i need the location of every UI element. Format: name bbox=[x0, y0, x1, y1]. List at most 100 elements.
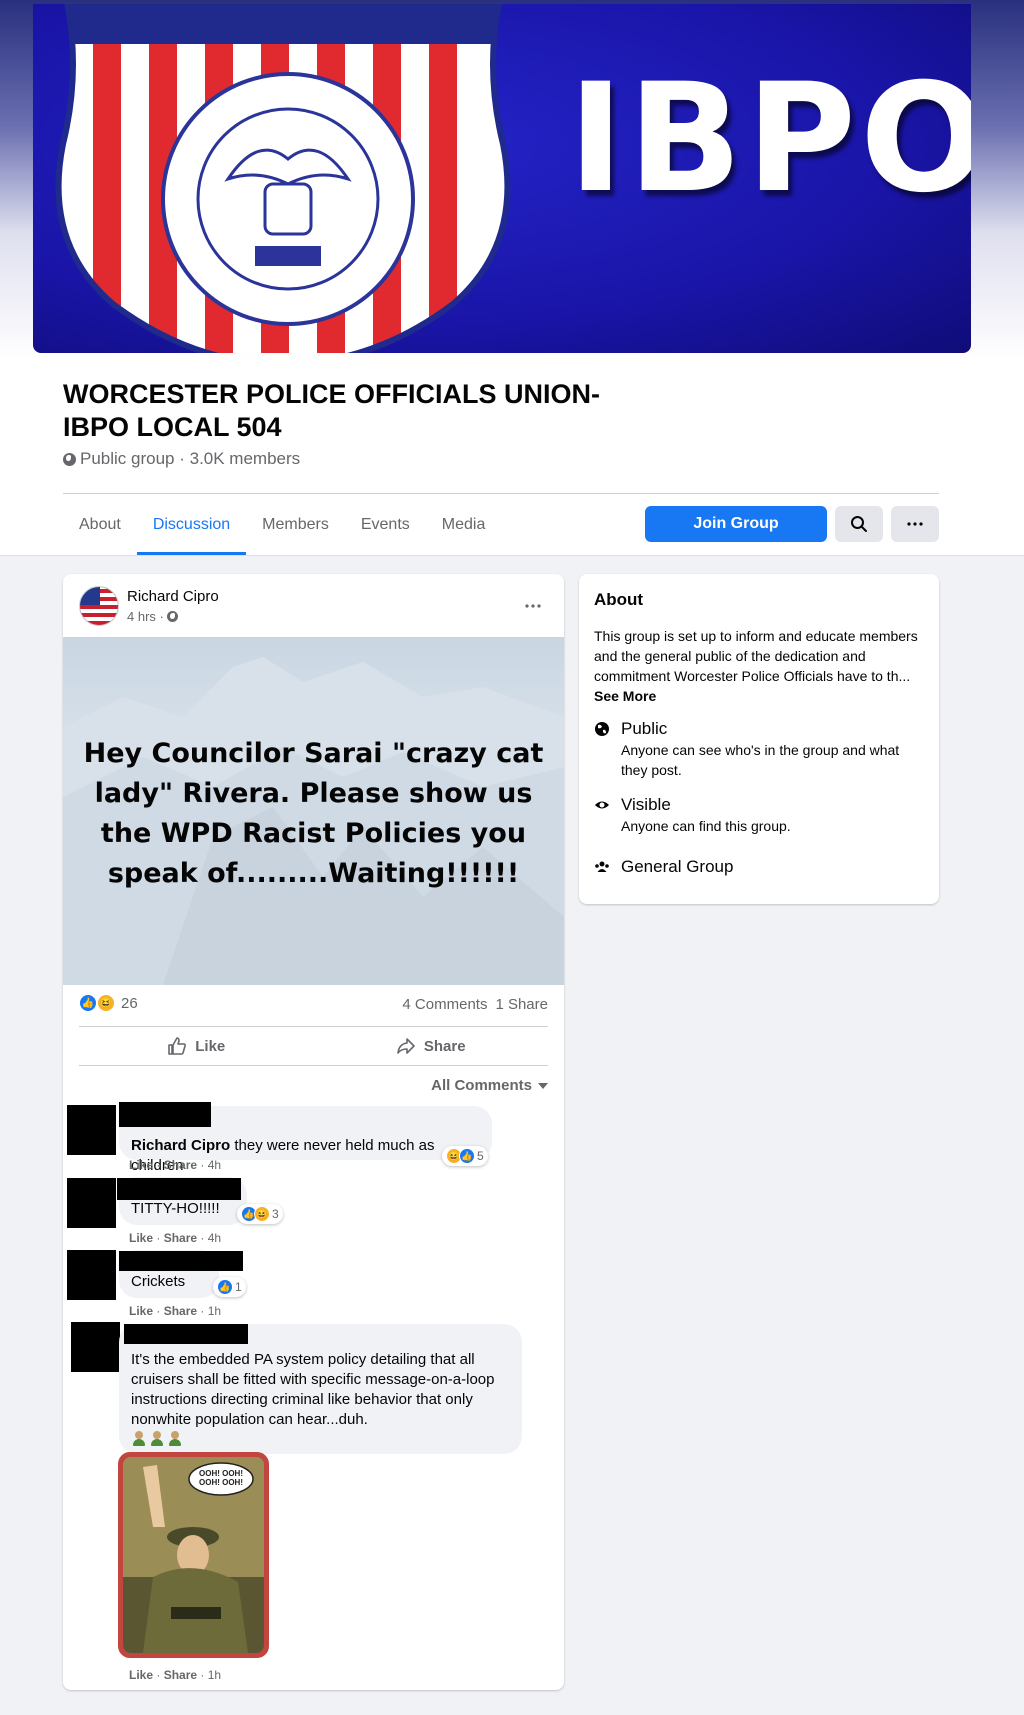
search-icon bbox=[851, 516, 867, 532]
people-emoji bbox=[131, 1430, 183, 1446]
person-emoji-icon bbox=[149, 1430, 165, 1446]
globe-icon bbox=[166, 611, 178, 622]
comment-time[interactable]: 1h bbox=[208, 1304, 221, 1318]
comment-reaction-count: 5 bbox=[477, 1149, 484, 1163]
comment-like-link[interactable]: Like bbox=[129, 1158, 153, 1172]
comment-avatar-redacted[interactable] bbox=[67, 1178, 116, 1228]
about-card: About This group is set up to inform and… bbox=[579, 574, 939, 904]
tab-media[interactable]: Media bbox=[426, 494, 502, 555]
group-meta-text: Public group · 3.0K members bbox=[80, 449, 301, 468]
redacted-name bbox=[119, 1102, 211, 1127]
comment-share-link[interactable]: Share bbox=[164, 1231, 197, 1245]
more-icon bbox=[907, 522, 923, 526]
share-button[interactable]: Share bbox=[314, 1027, 549, 1065]
shares-count[interactable]: 1 Share bbox=[495, 996, 548, 1013]
redacted-name bbox=[119, 1251, 243, 1271]
group-name[interactable]: WORCESTER POLICE OFFICIALS UNION- IBPO L… bbox=[63, 378, 603, 444]
comment-text: It's the embedded PA system policy detai… bbox=[131, 1351, 495, 1428]
tab-members[interactable]: Members bbox=[246, 494, 345, 555]
like-label: Like bbox=[195, 1037, 226, 1055]
header-bottom-border bbox=[0, 555, 1024, 556]
globe-icon bbox=[63, 452, 76, 466]
group-type-title: General Group bbox=[621, 857, 734, 876]
comment-meta: Like · Share · 4h bbox=[129, 1231, 222, 1245]
comment-share-link[interactable]: Share bbox=[164, 1668, 197, 1682]
comment-reactions[interactable]: 😆 👍 5 bbox=[442, 1146, 488, 1166]
post-time-text[interactable]: 4 hrs · bbox=[127, 609, 164, 624]
tab-events[interactable]: Events bbox=[345, 494, 426, 555]
post-card: Richard Cipro 4 hrs · Hey Councilor Sara… bbox=[63, 574, 564, 1690]
person-emoji-icon bbox=[167, 1430, 183, 1446]
share-label: Share bbox=[423, 1037, 466, 1055]
comment-avatar-redacted[interactable] bbox=[67, 1105, 116, 1155]
comment-avatar-redacted[interactable] bbox=[67, 1250, 116, 1300]
comment-author[interactable]: Richard Cipro bbox=[131, 1137, 230, 1154]
thumbs-up-icon bbox=[168, 1037, 187, 1055]
comment-reaction-count: 1 bbox=[235, 1280, 242, 1294]
about-group-type: General Group bbox=[594, 856, 924, 878]
redacted-name bbox=[117, 1178, 241, 1200]
comment-reactions[interactable]: 👍 1 bbox=[213, 1277, 246, 1297]
redacted-name bbox=[124, 1324, 248, 1344]
about-heading: About bbox=[594, 590, 644, 609]
reaction-count: 26 bbox=[121, 994, 138, 1012]
like-reaction-icon: 👍 bbox=[217, 1279, 233, 1295]
privacy-title: Public bbox=[621, 719, 668, 738]
gif-image: OOH! OOH! OOH! OOH! bbox=[123, 1457, 264, 1653]
comment-text: Crickets bbox=[131, 1273, 186, 1290]
comment-reaction-count: 3 bbox=[272, 1207, 279, 1221]
cover-photo[interactable]: IBPO bbox=[33, 4, 971, 353]
post-options-button[interactable] bbox=[515, 592, 551, 620]
like-reaction-icon: 👍 bbox=[459, 1148, 475, 1164]
see-more-link[interactable]: See More bbox=[594, 688, 656, 704]
about-visibility: Visible Anyone can find this group. bbox=[594, 794, 924, 836]
more-options-button[interactable] bbox=[891, 506, 939, 542]
haha-reaction-icon: 😆 bbox=[254, 1206, 270, 1222]
tab-discussion[interactable]: Discussion bbox=[136, 494, 247, 555]
post-reactions[interactable]: 👍 😆 26 bbox=[79, 994, 138, 1012]
cover-title: IBPO bbox=[568, 52, 971, 226]
eye-icon bbox=[595, 801, 609, 809]
author-avatar[interactable] bbox=[79, 586, 119, 626]
visibility-title: Visible bbox=[621, 795, 671, 814]
post-actions: Like Share bbox=[79, 1027, 548, 1065]
search-button[interactable] bbox=[835, 506, 883, 542]
divider bbox=[79, 1065, 548, 1066]
comments-count[interactable]: 4 Comments bbox=[402, 996, 487, 1013]
comment-text: TITTY-HO!!!!! bbox=[131, 1200, 220, 1217]
comment-gif[interactable]: OOH! OOH! OOH! OOH! bbox=[118, 1452, 269, 1658]
group-tabs: About Discussion Members Events Media bbox=[63, 494, 501, 555]
privacy-description: Anyone can see who's in the group and wh… bbox=[621, 742, 900, 778]
people-icon bbox=[595, 861, 609, 872]
comment-meta: Like · Share · 1h bbox=[129, 1304, 222, 1318]
comment-like-link[interactable]: Like bbox=[129, 1231, 153, 1245]
comment-like-link[interactable]: Like bbox=[129, 1304, 153, 1318]
gif-speech-text: OOH! OOH! OOH! OOH! bbox=[199, 1469, 243, 1487]
post-stats: 4 Comments 1 Share bbox=[402, 996, 548, 1013]
like-reaction-icon: 👍 bbox=[79, 994, 97, 1012]
tab-about[interactable]: About bbox=[63, 494, 137, 555]
about-description: This group is set up to inform and educa… bbox=[594, 626, 924, 706]
comment-time[interactable]: 4h bbox=[208, 1158, 221, 1172]
comment-share-link[interactable]: Share bbox=[164, 1158, 197, 1172]
comment-time[interactable]: 4h bbox=[208, 1231, 221, 1245]
comment-sort-dropdown[interactable]: All Comments bbox=[431, 1077, 548, 1094]
comment-time[interactable]: 1h bbox=[208, 1668, 221, 1682]
post-timestamp: 4 hrs · bbox=[127, 609, 178, 624]
like-button[interactable]: Like bbox=[79, 1027, 314, 1065]
person-emoji-icon bbox=[131, 1430, 147, 1446]
comment-like-link[interactable]: Like bbox=[129, 1668, 153, 1682]
ibpo-badge-logo bbox=[55, 4, 511, 353]
comment-share-link[interactable]: Share bbox=[164, 1304, 197, 1318]
comment-meta: Like · Share · 4h bbox=[129, 1158, 222, 1172]
comment-reactions[interactable]: 👍 😆 3 bbox=[237, 1204, 283, 1224]
post-image-text: Hey Councilor Sarai "crazy cat lady" Riv… bbox=[83, 738, 544, 889]
post-image[interactable]: Hey Councilor Sarai "crazy cat lady" Riv… bbox=[63, 637, 564, 985]
flag-avatar-image bbox=[80, 587, 118, 625]
post-author[interactable]: Richard Cipro bbox=[127, 588, 219, 605]
comment-meta: Like · Share · 1h bbox=[129, 1668, 222, 1682]
caret-down-icon bbox=[538, 1082, 548, 1089]
join-group-button[interactable]: Join Group bbox=[645, 506, 827, 542]
share-icon bbox=[397, 1038, 415, 1054]
comment-avatar-redacted[interactable] bbox=[71, 1322, 120, 1372]
